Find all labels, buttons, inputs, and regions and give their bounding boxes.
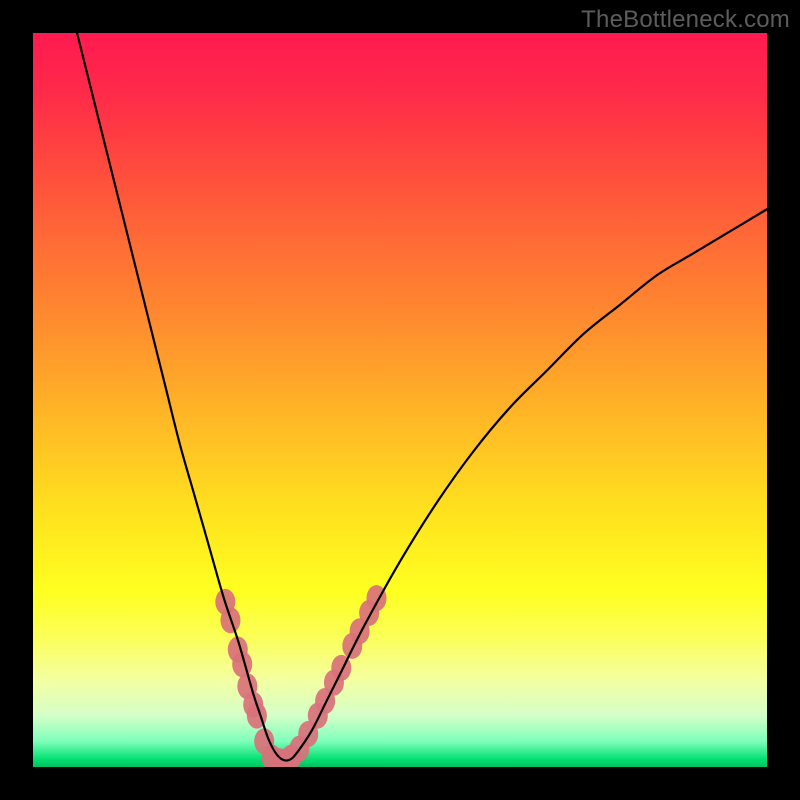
marker-group [215, 585, 386, 767]
chart-frame: TheBottleneck.com [0, 0, 800, 800]
chart-plot-area [33, 33, 767, 767]
chart-svg [33, 33, 767, 767]
watermark-text: TheBottleneck.com [581, 6, 790, 34]
bottleneck-curve-line [77, 33, 767, 761]
